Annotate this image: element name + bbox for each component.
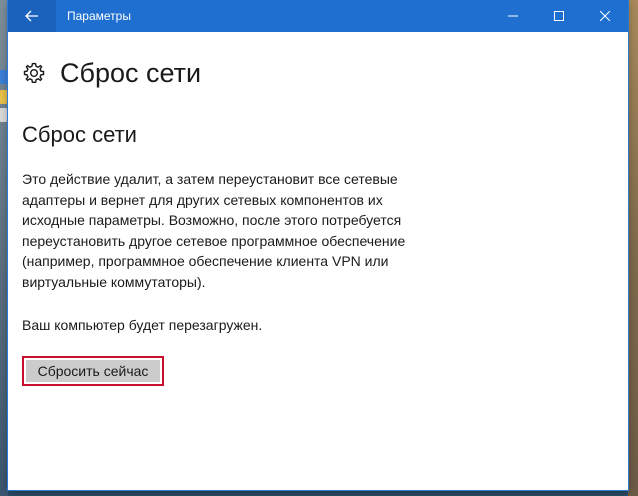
maximize-icon (554, 11, 564, 21)
reset-description: Это действие удалит, а затем переустанов… (22, 171, 406, 290)
close-button[interactable] (582, 0, 628, 32)
back-arrow-icon (25, 10, 38, 22)
window-title: Параметры (67, 9, 131, 23)
desktop-icon-blue (0, 70, 7, 84)
reset-button-highlight: Сбросить сейчас (22, 356, 164, 386)
maximize-button[interactable] (536, 0, 582, 32)
close-icon (600, 11, 610, 21)
desktop-wallpaper-right (628, 0, 638, 496)
desktop-icon-yellow (0, 90, 7, 104)
desktop-icon-grey (0, 108, 7, 122)
title-bar: Параметры (8, 0, 628, 32)
gear-icon (23, 62, 45, 83)
settings-window: Параметры Сброс сети Сброс сети Это дейс… (8, 0, 628, 490)
back-button[interactable] (8, 0, 56, 32)
minimize-icon (508, 15, 518, 17)
section-title: Сброс сети (22, 122, 137, 147)
reset-now-button[interactable]: Сбросить сейчас (26, 360, 160, 382)
page-header: Сброс сети (22, 56, 201, 90)
desktop-wallpaper-left (0, 0, 8, 496)
minimize-button[interactable] (490, 0, 536, 32)
restart-note: Ваш компьютер будет перезагружен. (22, 317, 263, 333)
page-title: Сброс сети (60, 58, 202, 88)
